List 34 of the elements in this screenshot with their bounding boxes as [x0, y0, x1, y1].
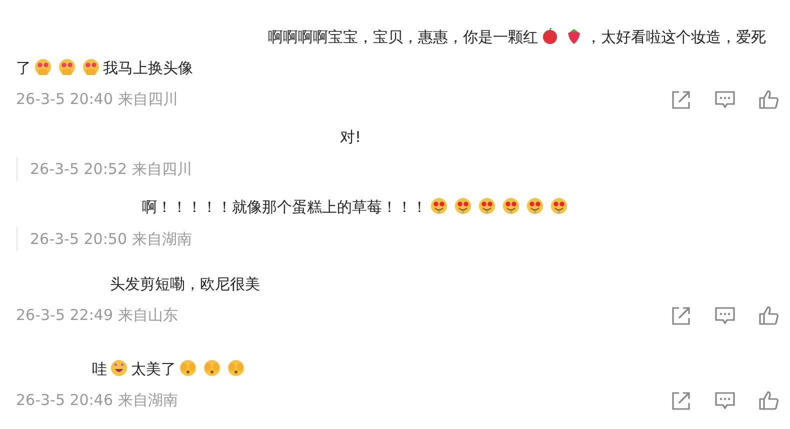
- share-icon[interactable]: [670, 390, 692, 412]
- face-icon: [82, 58, 100, 76]
- comment-meta: 26-3-5 22:49 来自山东: [16, 306, 178, 325]
- face-icon: [203, 359, 221, 377]
- comment-text: 啊啊啊啊宝宝，宝贝，惠惠，你是一颗红 ，太好看啦这个妆造，爱死了 我马上换头像: [16, 26, 767, 79]
- face-icon: [526, 197, 544, 215]
- face-icon: [227, 359, 245, 377]
- face-icon: [502, 197, 520, 215]
- face-icon: [550, 197, 568, 215]
- comment-text: 哇 太美了: [16, 354, 780, 385]
- face-icon: [34, 58, 52, 76]
- comment-text: 头发剪短嘞，欧尼很美: [109, 274, 261, 295]
- share-icon[interactable]: [670, 304, 692, 326]
- comment-meta: 26-3-5 20:40 来自四川: [16, 90, 178, 109]
- like-icon[interactable]: [758, 88, 780, 110]
- comment-text: 对!: [339, 127, 362, 148]
- share-icon[interactable]: [670, 88, 692, 110]
- face-icon: [478, 197, 496, 215]
- comment-meta: 26-3-5 20:52 来自四川: [30, 160, 192, 178]
- comment-meta: 26-3-5 20:46 来自湖南: [16, 391, 178, 410]
- like-icon[interactable]: [758, 390, 780, 412]
- comment-icon[interactable]: [714, 88, 736, 110]
- face-icon: [58, 58, 76, 76]
- face-icon: [454, 197, 472, 215]
- apple-icon: [541, 27, 559, 45]
- comment-icon[interactable]: [714, 390, 736, 412]
- comment-text: 啊！！！！！就像那个蛋糕上的草莓！！！: [16, 192, 780, 223]
- comment-icon[interactable]: [714, 304, 736, 326]
- like-icon[interactable]: [758, 304, 780, 326]
- face-icon: [179, 359, 197, 377]
- face-icon: [110, 359, 128, 377]
- comment-meta: 26-3-5 20:50 来自湖南: [30, 230, 192, 248]
- strawberry-icon: [565, 27, 583, 45]
- face-icon: [430, 197, 448, 215]
